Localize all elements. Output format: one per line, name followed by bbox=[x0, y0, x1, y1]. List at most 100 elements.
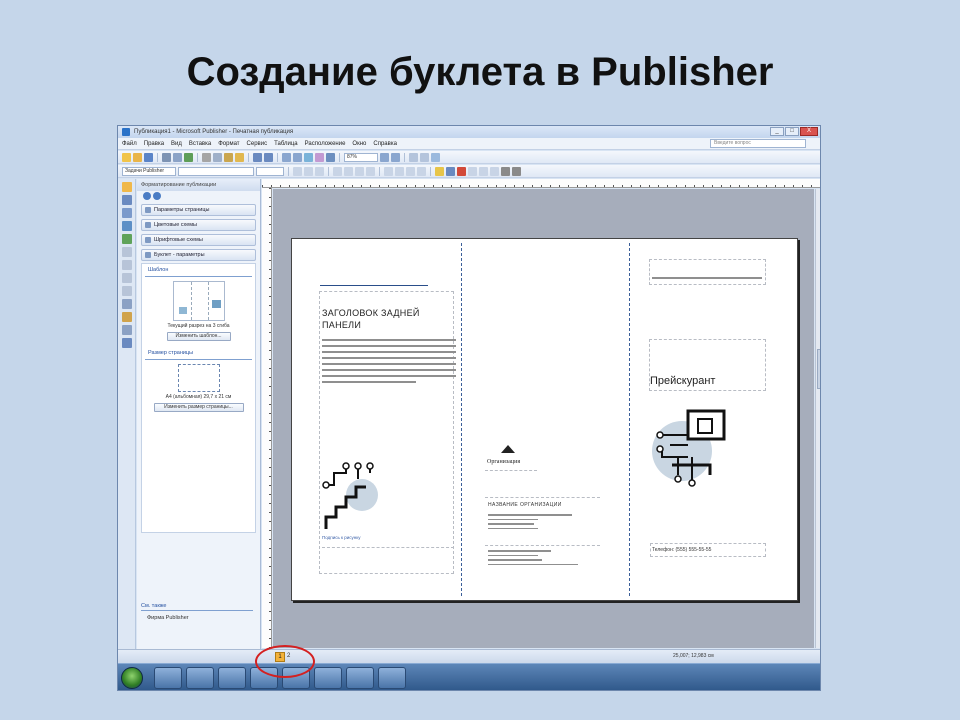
justify-icon[interactable] bbox=[366, 166, 375, 176]
increase-indent-icon[interactable] bbox=[417, 166, 426, 176]
format-painter-icon[interactable] bbox=[235, 152, 244, 162]
bold-icon[interactable] bbox=[293, 166, 302, 176]
maximize-button[interactable]: □ bbox=[785, 127, 799, 136]
content-library-icon[interactable] bbox=[121, 338, 132, 348]
underline-icon[interactable] bbox=[315, 166, 324, 176]
option-page-setup[interactable]: Параметры страницы bbox=[141, 204, 256, 216]
picture-frame-icon[interactable] bbox=[121, 234, 132, 244]
redo-icon[interactable] bbox=[264, 152, 273, 162]
menu-format[interactable]: Формат bbox=[218, 141, 239, 147]
menu-edit[interactable]: Правка bbox=[144, 141, 164, 147]
font-color-icon[interactable] bbox=[457, 166, 466, 176]
italic-icon[interactable] bbox=[304, 166, 313, 176]
explorer-taskbar-icon[interactable] bbox=[186, 667, 214, 689]
spelling-icon[interactable] bbox=[184, 152, 193, 162]
style-box[interactable]: Задачи Publisher bbox=[122, 166, 176, 176]
menu-table[interactable]: Таблица bbox=[274, 141, 298, 147]
columns-icon[interactable] bbox=[315, 152, 324, 162]
guides-icon[interactable] bbox=[420, 152, 429, 162]
rectangle-tool-icon[interactable] bbox=[121, 286, 132, 296]
decrease-indent-icon[interactable] bbox=[406, 166, 415, 176]
design-gallery-icon[interactable] bbox=[121, 325, 132, 335]
bullets-icon[interactable] bbox=[395, 166, 404, 176]
font-name-field[interactable] bbox=[178, 166, 254, 176]
dash-style-icon[interactable] bbox=[479, 166, 488, 176]
align-right-icon[interactable] bbox=[355, 166, 364, 176]
special-chars-icon[interactable] bbox=[326, 152, 335, 162]
powerpoint-taskbar-icon[interactable] bbox=[346, 667, 374, 689]
autoshapes-icon[interactable] bbox=[121, 299, 132, 309]
template-thumbnail[interactable] bbox=[172, 281, 225, 321]
align-left-icon[interactable] bbox=[333, 166, 342, 176]
option-color-schemes[interactable]: Цветовые схемы bbox=[141, 219, 256, 231]
help-icon[interactable] bbox=[431, 152, 440, 162]
line-tool-icon[interactable] bbox=[121, 247, 132, 257]
cut-icon[interactable] bbox=[202, 152, 211, 162]
address-lines[interactable] bbox=[488, 514, 572, 532]
org-name[interactable]: Организация bbox=[487, 459, 520, 465]
address-heading[interactable]: НАЗВАНИЕ ОРГАНИЗАЦИИ bbox=[488, 502, 562, 508]
media-taskbar-icon[interactable] bbox=[218, 667, 246, 689]
undo-icon[interactable] bbox=[253, 152, 262, 162]
menu-window[interactable]: Окно bbox=[352, 141, 366, 147]
vertical-scrollbar[interactable] bbox=[815, 189, 820, 648]
panel1-body-text[interactable] bbox=[322, 339, 456, 387]
phone-text[interactable]: Телефон: (555) 555-55-55 bbox=[652, 547, 711, 553]
see-also-link[interactable]: Фирма Publisher bbox=[141, 615, 253, 621]
paste-icon[interactable] bbox=[224, 152, 233, 162]
ie-taskbar-icon[interactable] bbox=[154, 667, 182, 689]
staircase-circuit-icon[interactable] bbox=[320, 461, 380, 535]
scrollbar-thumb[interactable] bbox=[817, 349, 820, 389]
menu-insert[interactable]: Вставка bbox=[189, 141, 211, 147]
contact-lines[interactable] bbox=[488, 550, 578, 568]
fill-color-icon[interactable] bbox=[435, 166, 444, 176]
shadow-style-icon[interactable] bbox=[501, 166, 510, 176]
copy-icon[interactable] bbox=[213, 152, 222, 162]
save-icon[interactable] bbox=[144, 152, 153, 162]
option-booklet-settings[interactable]: Буклет - параметры bbox=[141, 249, 256, 261]
ruler-icon[interactable] bbox=[409, 152, 418, 162]
line-style-icon[interactable] bbox=[468, 166, 477, 176]
align-center-icon[interactable] bbox=[344, 166, 353, 176]
print-icon[interactable] bbox=[162, 152, 171, 162]
hyperlink-icon[interactable] bbox=[304, 152, 313, 162]
menu-view[interactable]: Вид bbox=[171, 141, 182, 147]
arrow-tool-icon[interactable] bbox=[121, 260, 132, 270]
numbering-icon[interactable] bbox=[384, 166, 393, 176]
font-size-field[interactable] bbox=[256, 166, 284, 176]
send-backward-icon[interactable] bbox=[293, 152, 302, 162]
panel1-title[interactable]: ЗАГОЛОВОК ЗАДНЕЙ ПАНЕЛИ bbox=[322, 307, 452, 331]
select-tool-icon[interactable] bbox=[121, 182, 132, 192]
3d-style-icon[interactable] bbox=[512, 166, 521, 176]
wordart-icon[interactable] bbox=[121, 221, 132, 231]
price-list-title[interactable]: Прейскурант bbox=[650, 375, 715, 387]
oval-tool-icon[interactable] bbox=[121, 273, 132, 283]
change-template-button[interactable]: Изменить шаблон... bbox=[166, 332, 231, 341]
page-size-thumbnail[interactable] bbox=[177, 364, 220, 392]
table-tool-icon[interactable] bbox=[121, 208, 132, 218]
menu-file[interactable]: Файл bbox=[122, 141, 137, 147]
preview-icon[interactable] bbox=[173, 152, 182, 162]
change-page-size-button[interactable]: Изменить размер страницы... bbox=[153, 403, 244, 412]
panel1-caption[interactable]: Подпись к рисунку bbox=[322, 535, 361, 540]
vertical-ruler[interactable] bbox=[262, 188, 272, 648]
hot-spot-icon[interactable] bbox=[121, 312, 132, 322]
system-tray[interactable] bbox=[698, 667, 818, 689]
bring-forward-icon[interactable] bbox=[282, 152, 291, 162]
option-font-schemes[interactable]: Шрифтовые схемы bbox=[141, 234, 256, 246]
eye-taskbar-icon[interactable] bbox=[314, 667, 342, 689]
new-icon[interactable] bbox=[122, 152, 131, 162]
text-box-icon[interactable] bbox=[121, 195, 132, 205]
forward-arrow-icon[interactable] bbox=[153, 192, 161, 200]
open-icon[interactable] bbox=[133, 152, 142, 162]
menu-tools[interactable]: Сервис bbox=[247, 141, 268, 147]
close-button[interactable]: X bbox=[800, 127, 818, 136]
notes-taskbar-icon[interactable] bbox=[378, 667, 406, 689]
back-arrow-icon[interactable] bbox=[143, 192, 151, 200]
start-button-icon[interactable] bbox=[121, 667, 143, 689]
zoom-in-icon[interactable] bbox=[391, 152, 400, 162]
minimize-button[interactable]: _ bbox=[770, 127, 784, 136]
line-color-icon[interactable] bbox=[446, 166, 455, 176]
help-question-input[interactable]: Введите вопрос bbox=[710, 139, 806, 148]
zoom-field[interactable]: 87% bbox=[344, 152, 378, 162]
